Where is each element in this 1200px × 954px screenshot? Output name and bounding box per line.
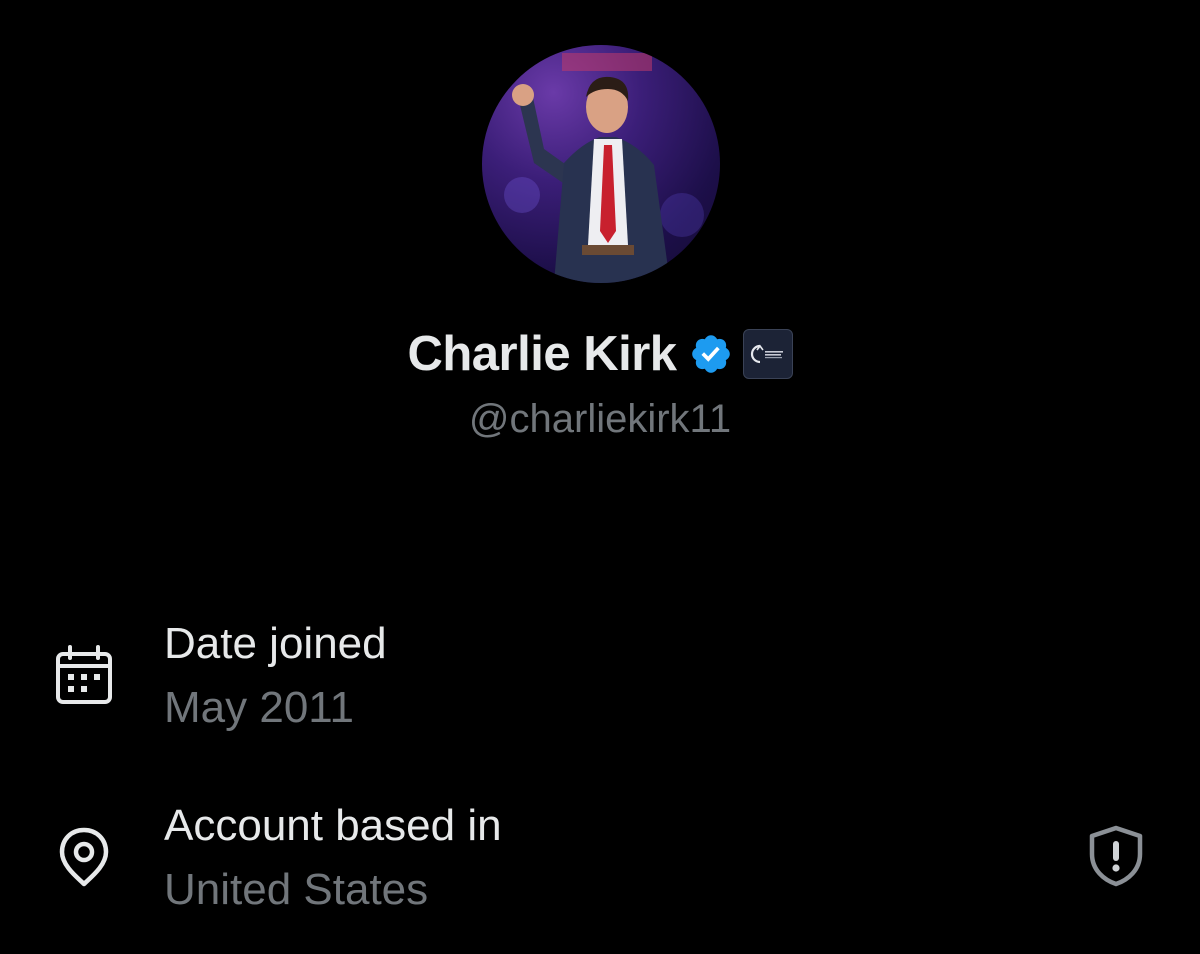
about-account-page: Charlie Kirk @charliekirk11 Date joined …: [0, 0, 1200, 954]
account-based-in-title: Account based in: [164, 801, 502, 850]
avatar-photo-illustration: [504, 53, 704, 283]
profile-handle: @charliekirk11: [468, 397, 732, 441]
date-joined-value: May 2011: [164, 683, 354, 732]
date-joined-row: Date joined May 2011: [0, 612, 1200, 732]
shield-alert-icon[interactable]: [1086, 824, 1146, 888]
profile-name-row: Charlie Kirk: [0, 322, 1200, 386]
account-based-in-row[interactable]: Account based in United States: [0, 796, 1200, 914]
affiliate-org-badge-icon[interactable]: [742, 329, 793, 379]
calendar-icon: [52, 644, 116, 708]
profile-display-name: Charlie Kirk: [407, 327, 677, 381]
verified-badge-icon[interactable]: [689, 332, 733, 376]
profile-avatar[interactable]: [482, 45, 720, 283]
date-joined-title: Date joined: [164, 619, 387, 668]
account-based-in-value: United States: [164, 865, 429, 914]
location-pin-icon: [52, 824, 116, 888]
